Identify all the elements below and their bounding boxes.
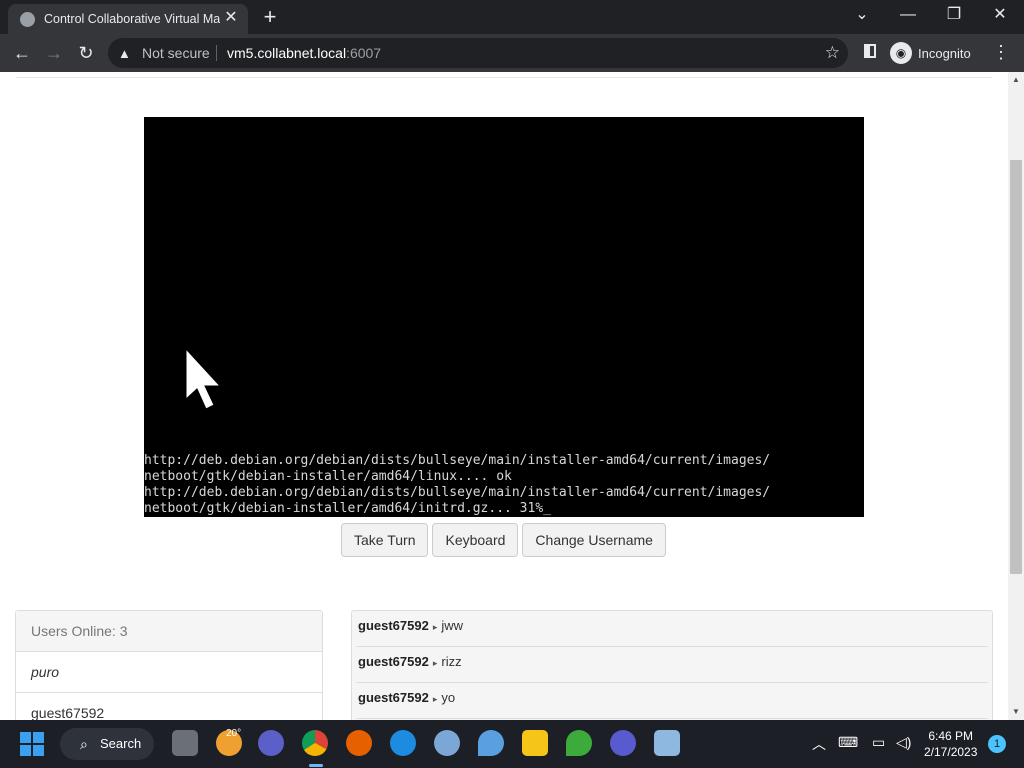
users-online-header: Users Online: 3 bbox=[16, 611, 322, 652]
chrome-icon[interactable] bbox=[302, 730, 328, 756]
triangle-right-icon: ▸ bbox=[432, 622, 438, 632]
browser-toolbar: ← → ↻ ▲ Not secure vm5.collabnet.local:6… bbox=[0, 34, 1024, 73]
user-item[interactable]: guest67592 bbox=[16, 693, 322, 720]
chat-message: guest67592 ▸ yo bbox=[356, 683, 988, 719]
address-bar[interactable]: ▲ Not secure vm5.collabnet.local:6007 ☆ bbox=[108, 38, 848, 68]
volume-icon[interactable]: ◁) bbox=[896, 734, 911, 751]
firefox-icon[interactable] bbox=[346, 730, 372, 756]
url-port: :6007 bbox=[346, 45, 382, 61]
security-status[interactable]: Not secure bbox=[142, 45, 210, 61]
taskbar: ⌕ Search 20° ︿ ⌨ ▭ ◁) 6:46 PM 2/17/2023 … bbox=[0, 720, 1024, 768]
new-tab-button[interactable]: + bbox=[258, 6, 282, 28]
divider bbox=[16, 77, 992, 78]
keyboard-layout-icon[interactable]: ⌨ bbox=[838, 734, 858, 751]
system-clock[interactable]: 6:46 PM 2/17/2023 bbox=[924, 728, 977, 760]
vm-console-output: http://deb.debian.org/debian/dists/bulls… bbox=[144, 453, 864, 517]
droplet-app-icon[interactable] bbox=[478, 730, 504, 756]
page-scrollbar[interactable]: ▲ ▼ bbox=[1008, 72, 1024, 720]
chevron-up-icon[interactable]: ︿ bbox=[812, 734, 826, 754]
chat-message: guest67592 ▸ jww bbox=[356, 611, 988, 647]
active-app-indicator bbox=[309, 764, 323, 767]
back-icon[interactable]: ← bbox=[10, 41, 34, 65]
url-text[interactable]: vm5.collabnet.local:6007 bbox=[227, 45, 381, 61]
take-turn-button[interactable]: Take Turn bbox=[341, 523, 429, 557]
close-tab-icon[interactable]: ✕ bbox=[222, 9, 240, 27]
taskbar-search-button[interactable]: ⌕ Search bbox=[60, 728, 154, 760]
forward-icon[interactable]: → bbox=[42, 41, 66, 65]
chat-username: guest67592 bbox=[358, 690, 429, 705]
triangle-right-icon: ▸ bbox=[432, 658, 438, 668]
more-menu-icon[interactable]: ⋮ bbox=[992, 42, 1010, 63]
console-line: http://deb.debian.org/debian/dists/bulls… bbox=[144, 453, 771, 468]
globe-icon bbox=[20, 12, 35, 27]
vpn-app-icon[interactable] bbox=[610, 730, 636, 756]
browser-tab[interactable]: Control Collaborative Virtual Machine ✕ bbox=[8, 4, 248, 34]
incognito-label: Incognito bbox=[918, 45, 971, 61]
close-window-button[interactable]: ✕ bbox=[980, 4, 1020, 26]
keyboard-button[interactable]: Keyboard bbox=[432, 523, 519, 557]
file-explorer-icon[interactable] bbox=[522, 730, 548, 756]
minimize-button[interactable]: — bbox=[888, 4, 928, 26]
chat-username: guest67592 bbox=[358, 618, 429, 633]
warning-icon[interactable]: ▲ bbox=[118, 46, 131, 61]
bookmark-star-icon[interactable]: ☆ bbox=[825, 43, 840, 63]
url-host: vm5.collabnet.local bbox=[227, 45, 347, 61]
chat-username: guest67592 bbox=[358, 654, 429, 669]
triangle-right-icon: ▸ bbox=[432, 694, 438, 704]
chat-text: yo bbox=[441, 690, 456, 705]
teams-chat-icon[interactable] bbox=[258, 730, 284, 756]
vm-screen[interactable]: http://deb.debian.org/debian/dists/bulls… bbox=[144, 117, 864, 517]
edge-icon[interactable] bbox=[390, 730, 416, 756]
chat-text: rizz bbox=[441, 654, 462, 669]
tab-search-icon[interactable]: ⌄ bbox=[842, 4, 882, 26]
browser-tab-strip: Control Collaborative Virtual Machine ✕ … bbox=[0, 0, 1024, 34]
tab-title: Control Collaborative Virtual Machine bbox=[44, 12, 220, 26]
users-panel: Users Online: 3 puro guest67592 bbox=[15, 610, 323, 720]
chat-message: guest67592 ▸ rizz bbox=[356, 647, 988, 683]
console-line: http://deb.debian.org/debian/dists/bulls… bbox=[144, 485, 771, 500]
clock-date: 2/17/2023 bbox=[924, 745, 978, 759]
scroll-up-icon[interactable]: ▲ bbox=[1008, 72, 1024, 88]
task-view-icon[interactable] bbox=[172, 730, 198, 756]
restore-button[interactable]: ❐ bbox=[934, 4, 974, 26]
notification-badge[interactable]: 1 bbox=[988, 735, 1006, 753]
reload-icon[interactable]: ↻ bbox=[74, 41, 98, 65]
console-line: netboot/gtk/debian-installer/amd64/linux… bbox=[144, 469, 512, 484]
network-icon[interactable]: ▭ bbox=[872, 734, 885, 751]
windows-start-icon[interactable] bbox=[20, 732, 44, 756]
settings-gear-icon[interactable] bbox=[434, 730, 460, 756]
chat-panel: guest67592 ▸ jww guest67592 ▸ rizz guest6759… bbox=[351, 610, 993, 720]
chat-text: jww bbox=[441, 618, 464, 633]
green-droplet-app-icon[interactable] bbox=[566, 730, 592, 756]
scroll-down-icon[interactable]: ▼ bbox=[1008, 704, 1024, 720]
weather-temperature: 20° bbox=[226, 728, 242, 739]
console-line: netboot/gtk/debian-installer/amd64/initr… bbox=[144, 501, 551, 516]
incognito-icon: ◉ bbox=[890, 42, 912, 64]
clock-time: 6:46 PM bbox=[928, 729, 974, 743]
search-label: Search bbox=[100, 736, 142, 751]
incognito-indicator[interactable]: ◉ Incognito bbox=[890, 39, 971, 67]
vm-controls: Take Turn Keyboard Change Username bbox=[341, 523, 666, 557]
system-monitor-icon[interactable] bbox=[654, 730, 680, 756]
search-icon: ⌕ bbox=[80, 736, 88, 752]
page-content: http://deb.debian.org/debian/dists/bulls… bbox=[0, 72, 1008, 720]
side-panel-icon[interactable] bbox=[864, 44, 876, 58]
address-divider bbox=[216, 45, 217, 61]
scrollbar-thumb[interactable] bbox=[1010, 160, 1022, 574]
change-username-button[interactable]: Change Username bbox=[522, 523, 666, 557]
mouse-cursor-icon bbox=[186, 349, 222, 410]
user-item[interactable]: puro bbox=[16, 652, 322, 693]
